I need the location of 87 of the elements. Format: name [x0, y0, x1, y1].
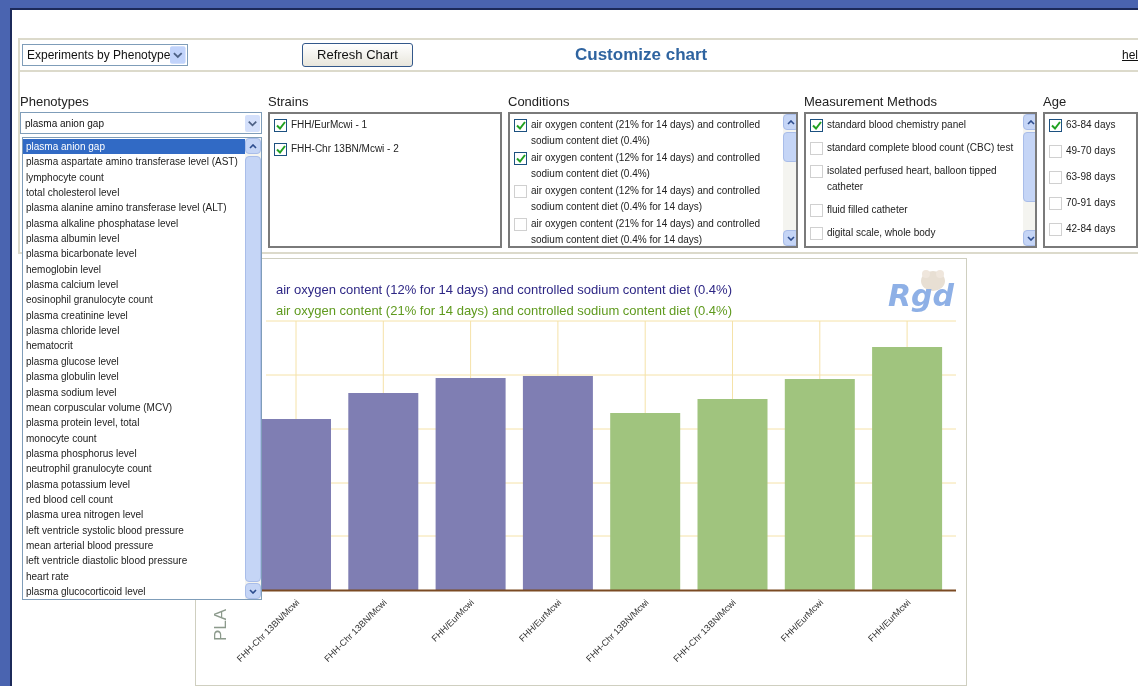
dropdown-option[interactable]: plasma glucose level — [23, 353, 245, 370]
dropdown-option[interactable]: plasma urea nitrogen level — [23, 507, 245, 523]
dropdown-option[interactable]: plasma alanine amino transferase level (ALT) — [23, 200, 245, 216]
checkbox-label: FHH/EurMcwi - 1 — [291, 118, 369, 132]
column-heading: Phenotypes — [20, 94, 90, 110]
dropdown-option[interactable]: neutrophil granulocyte count — [23, 461, 245, 477]
column-heading: Strains — [268, 94, 310, 110]
checkbox[interactable] — [810, 119, 823, 132]
check-icon — [515, 121, 526, 130]
checkbox-label: fluid filled catheter — [827, 203, 909, 217]
scroll-up-button[interactable] — [245, 138, 261, 154]
dropdown-option[interactable]: eosinophil granulocyte count — [23, 292, 245, 308]
dropdown-option[interactable]: mean arterial blood pressure — [23, 537, 245, 554]
dropdown-option[interactable]: plasma anion gap — [23, 139, 245, 155]
check-icon — [275, 121, 286, 130]
dropdown-option[interactable]: plasma calcium level — [23, 277, 245, 293]
dropdown-option[interactable]: plasma albumin level — [23, 231, 245, 247]
dropdown-option[interactable]: monocyte count — [23, 430, 245, 446]
dropdown-option[interactable]: total cholesterol level — [23, 185, 245, 201]
dropdown-option[interactable]: plasma aspartate amino transferase level (AST) — [23, 154, 245, 170]
check-icon — [515, 154, 526, 163]
scrollbar[interactable] — [783, 114, 796, 246]
checkbox-label: standard complete blood count (CBC) test — [827, 141, 1015, 155]
checkbox-label: 70-91 days — [1066, 196, 1117, 210]
scroll-down-button[interactable] — [783, 230, 796, 246]
checkbox-label: 63-84 days — [1066, 118, 1117, 132]
scroll-up-button[interactable] — [783, 114, 796, 130]
legend-label: air oxygen content (12% for 14 days) and controlled sodium content diet (0.4%) — [276, 281, 732, 299]
checkbox-label: 63-98 days — [1066, 170, 1117, 184]
checkbox-label: isolated perfused heart, balloon tipped catheter — [827, 164, 998, 194]
scroll-thumb[interactable] — [1023, 132, 1035, 202]
checkbox-label: standard blood chemistry panel — [827, 118, 967, 132]
column-heading: Measurement Methods — [804, 94, 938, 110]
view-select[interactable]: Experiments by Phenotype — [22, 44, 188, 66]
dropdown-option[interactable]: left ventricle systolic blood pressure — [23, 522, 245, 538]
check-icon — [811, 121, 822, 130]
checkbox[interactable] — [1049, 119, 1062, 132]
scroll-down-button[interactable] — [245, 583, 261, 599]
dropdown-option[interactable]: red blood cell count — [23, 491, 245, 508]
checkbox-label: air oxygen content (12% for 14 days) and controlled sodium content diet (0.4%) — [531, 151, 762, 181]
dropdown-option[interactable]: plasma creatinine level — [23, 307, 245, 324]
checkbox-label: 49-70 days — [1066, 144, 1117, 158]
chevron-up-icon — [249, 143, 257, 149]
dropdown-option[interactable]: heart rate — [23, 568, 245, 584]
panel-title: Customize chart — [575, 44, 708, 67]
dropdown-option[interactable]: plasma phosphorus level — [23, 445, 245, 462]
dropdown-option[interactable]: hemoglobin level — [23, 261, 245, 278]
dropdown-option[interactable]: plasma bicarbonate level — [23, 246, 245, 262]
dropdown-option[interactable]: plasma globulin level — [23, 369, 245, 385]
dropdown-option[interactable]: lymphocyte count — [23, 169, 245, 186]
chevron-down-icon — [787, 235, 795, 241]
chevron-down-icon — [249, 588, 257, 594]
column-heading: Age — [1043, 94, 1068, 110]
dropdown-option[interactable]: plasma potassium level — [23, 476, 245, 492]
scrollbar[interactable] — [1023, 114, 1035, 246]
checkbox[interactable] — [514, 119, 527, 132]
legend-label: air oxygen content (21% for 14 days) and controlled sodium content diet (0.4%) — [276, 302, 732, 320]
phenotype-select[interactable]: plasma anion gap — [20, 112, 262, 134]
checkbox-label: 42-84 days — [1066, 222, 1117, 236]
checkbox-label: FHH-Chr 13BN/Mcwi - 2 — [291, 142, 400, 156]
dropdown-option[interactable]: left ventricle diastolic blood pressure — [23, 553, 245, 569]
dropdown-option[interactable]: mean corpuscular volume (MCV) — [23, 399, 245, 416]
chevron-up-icon — [787, 119, 795, 125]
chevron-down-icon — [1027, 235, 1035, 241]
refresh-chart-button[interactable]: Refresh Chart — [302, 43, 413, 67]
scroll-down-button[interactable] — [1023, 230, 1035, 246]
checkbox-label: air oxygen content (21% for 14 days) and controlled sodium content diet (0.4% for 14 days) — [531, 217, 762, 246]
scroll-up-button[interactable] — [1023, 114, 1035, 130]
checkbox[interactable] — [274, 143, 287, 156]
checkbox-label: air oxygen content (12% for 14 days) and controlled sodium content diet (0.4% for 14 days) — [531, 184, 762, 214]
dropdown-option[interactable]: plasma sodium level — [23, 384, 245, 400]
chevron-up-icon — [1027, 119, 1035, 125]
checkbox[interactable] — [274, 119, 287, 132]
dropdown-option[interactable]: plasma glucocorticoid level — [23, 583, 245, 600]
dropdown-option[interactable]: hematocrit — [23, 338, 245, 354]
y-axis-label: PLA — [211, 608, 230, 641]
check-icon — [1050, 121, 1061, 130]
dropdown-option[interactable]: plasma protein level, total — [23, 415, 245, 431]
check-icon — [275, 145, 286, 154]
dropdown-option[interactable]: plasma alkaline phosphatase level — [23, 215, 245, 232]
checkbox-label: air oxygen content (21% for 14 days) and controlled sodium content diet (0.4%) — [531, 118, 762, 148]
help-link[interactable]: hel — [1122, 46, 1138, 64]
dropdown-option[interactable]: plasma chloride level — [23, 323, 245, 339]
column-heading: Conditions — [508, 94, 571, 110]
scroll-thumb[interactable] — [783, 132, 796, 162]
checkbox-label: digital scale, whole body — [827, 226, 937, 240]
checkbox[interactable] — [514, 152, 527, 165]
